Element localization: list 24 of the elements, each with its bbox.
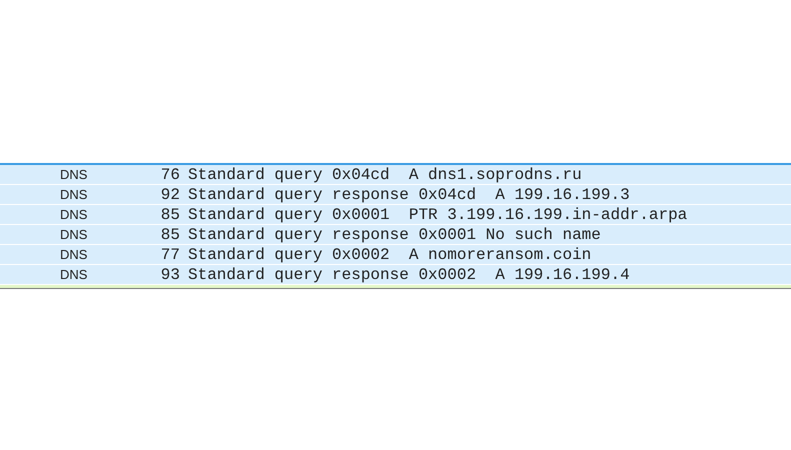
protocol-cell-text: DNS [60,266,88,284]
protocol-cell-text: DNS [60,186,88,204]
info-cell: Standard query response 0x04cd A 199.16.199.3 [188,184,630,204]
info-cell: Standard query response 0x0002 A 199.16.199.4 [188,264,630,284]
length-cell-text: 76 [160,164,180,184]
packet-row[interactable]: DNS 85 Standard query response 0x0001 No such name [0,225,791,245]
info-cell: Standard query 0x0002 A nomoreransom.coin [188,244,592,264]
length-cell-text: 85 [160,224,180,244]
packet-row[interactable]: DNS 77 Standard query 0x0002 A nomoreransom.coin [0,245,791,265]
protocol-cell-text: DNS [60,166,88,184]
packet-row[interactable]: DNS 93 Standard query response 0x0002 A 199.16.199.4 [0,265,791,285]
protocol-cell-text: DNS [60,246,88,264]
packet-row[interactable]: DNS 76 Standard query 0x04cd A dns1.soprodns.ru [0,165,791,185]
packet-row[interactable]: DNS 85 Standard query 0x0001 PTR 3.199.16.199.in-addr.arpa [0,205,791,225]
length-cell-text: 92 [160,184,180,204]
length-cell-text: 93 [160,264,180,284]
length-cell-text: 77 [160,244,180,264]
protocol-cell-text: DNS [60,226,88,244]
info-cell: Standard query 0x04cd A dns1.soprodns.ru [188,164,582,184]
length-cell-text: 85 [160,204,180,224]
protocol-cell-text: DNS [60,206,88,224]
packet-row[interactable]: DNS 92 Standard query response 0x04cd A 199.16.199.3 [0,185,791,205]
info-cell: Standard query response 0x0001 No such name [188,224,601,244]
info-cell: Standard query 0x0001 PTR 3.199.16.199.in-addr.arpa [188,204,688,224]
